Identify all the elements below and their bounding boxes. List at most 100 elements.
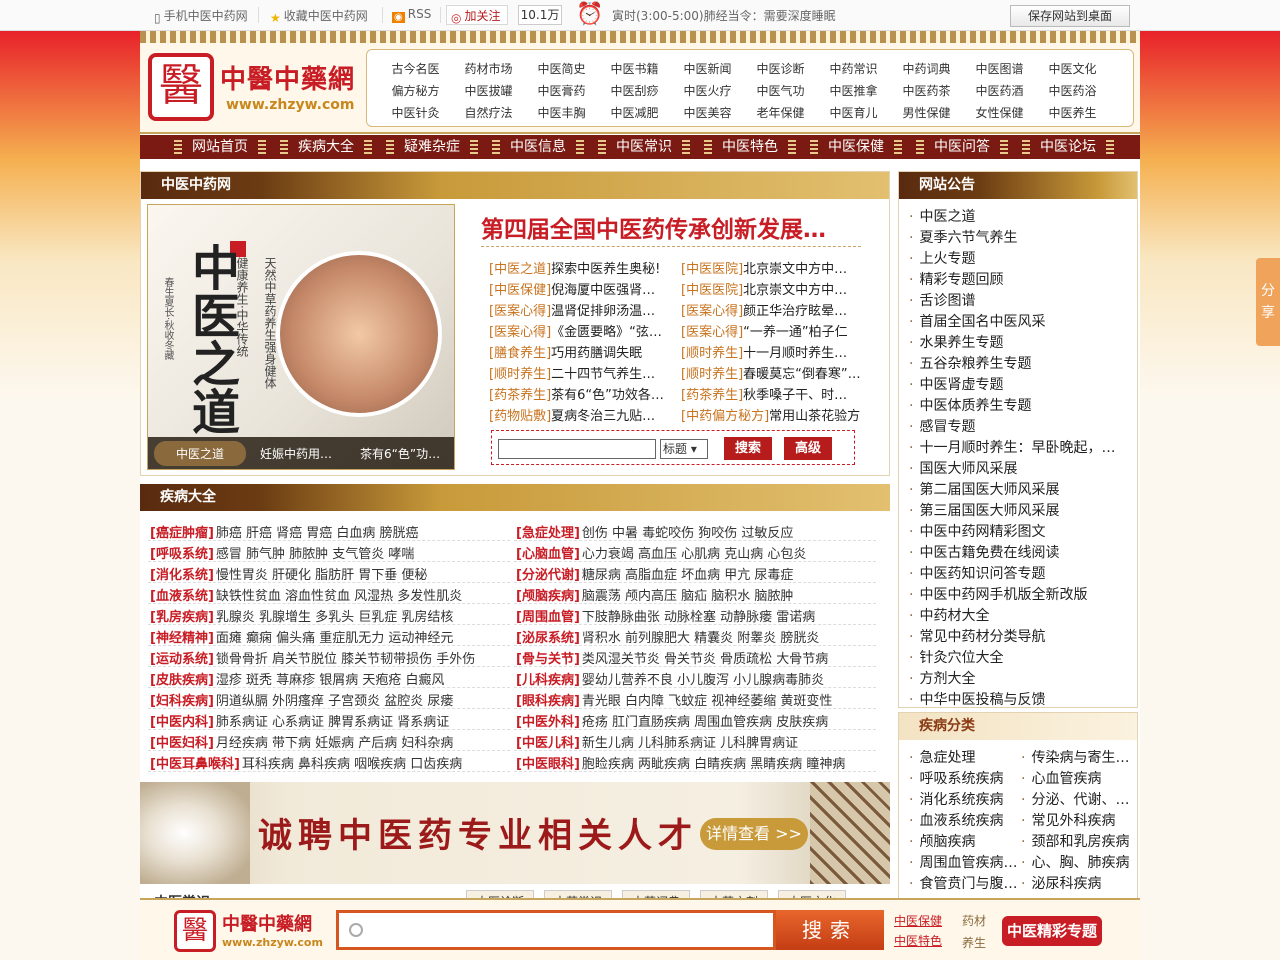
disease-category-link[interactable]: [颅脑疾病] <box>516 589 580 604</box>
disease-items[interactable]: 疮疡 肛门直肠疾病 周围血管疾病 皮肤疾病 <box>582 715 828 730</box>
category-link[interactable]: 中医丰胸 <box>525 104 598 121</box>
news-item[interactable]: [医案心得]“一养一通”柏子仁 <box>681 321 867 340</box>
disease-category-link[interactable]: [妇科疾病] <box>150 694 214 709</box>
disease-items[interactable]: 缺铁性贫血 溶血性贫血 风湿热 多发性肌炎 <box>216 589 462 604</box>
disease-category-link[interactable]: [中医妇科] <box>150 736 214 751</box>
notice-item[interactable]: 中医之道 <box>909 206 1131 226</box>
notice-item[interactable]: 中药材大全 <box>909 605 1131 625</box>
disease-items[interactable]: 阴道纵膈 外阴瘙痒 子宫颈炎 盆腔炎 尿瘘 <box>216 694 454 709</box>
news-category[interactable]: [药茶养生] <box>489 388 551 403</box>
disease-category-item[interactable]: 传染病与寄生… <box>1021 747 1129 767</box>
category-link[interactable]: 中医刮痧 <box>598 82 671 99</box>
category-link[interactable]: 中医美容 <box>671 104 744 121</box>
main-nav-item[interactable]: 中医常识 <box>598 137 690 157</box>
news-item[interactable]: [医案心得]《金匮要略》“弦… <box>489 321 675 340</box>
news-title[interactable]: 探索中医养生奥秘! <box>551 262 660 277</box>
search-button[interactable]: 搜索 <box>724 437 772 460</box>
category-link[interactable]: 男性保健 <box>890 104 963 121</box>
main-nav-item[interactable]: 疑难杂症 <box>386 137 478 157</box>
news-title[interactable]: 颜正华治疗眩晕… <box>743 304 847 319</box>
bottom-logo-name[interactable]: 中醫中藥網 <box>222 910 312 936</box>
notice-item[interactable]: 中医体质养生专题 <box>909 395 1131 415</box>
feature-tab[interactable]: 妊娠中药用… <box>260 445 332 462</box>
disease-items[interactable]: 胞睑疾病 两眦疾病 白睛疾病 黑睛疾病 瞳神病 <box>582 757 846 772</box>
news-item[interactable]: [顺时养生]春暖莫忘“倒春寒”… <box>681 363 867 382</box>
disease-category-link[interactable]: [癌症肿瘤] <box>150 526 214 541</box>
disease-category-link[interactable]: [骨与关节] <box>516 652 580 667</box>
disease-items[interactable]: 心力衰竭 高血压 心肌病 克山病 心包炎 <box>582 547 807 562</box>
disease-category-link[interactable]: [中医眼科] <box>516 757 580 772</box>
disease-items[interactable]: 耳科疾病 鼻科疾病 咽喉疾病 口齿疾病 <box>242 757 462 772</box>
news-item[interactable]: [膳食养生]巧用药膳调失眠 <box>489 342 675 361</box>
news-title[interactable]: 北京崇文中方中… <box>743 262 847 277</box>
disease-items[interactable]: 肺系病证 心系病证 脾胃系病证 肾系病证 <box>216 715 449 730</box>
rss-link[interactable]: ◉ RSS <box>392 7 431 23</box>
main-nav-item[interactable]: 中医论坛 <box>1022 137 1114 157</box>
main-nav-item[interactable]: 中医特色 <box>704 137 796 157</box>
bottom-search-button[interactable]: 搜索 <box>776 910 884 950</box>
disease-category-link[interactable]: [运动系统] <box>150 652 214 667</box>
notice-item[interactable]: 舌诊图谱 <box>909 290 1131 310</box>
news-category[interactable]: [药物贴敷] <box>489 409 551 424</box>
news-item[interactable]: [顺时养生]二十四节气养生… <box>489 363 675 382</box>
main-nav-item[interactable]: 中医问答 <box>916 137 1008 157</box>
feature-slideshow[interactable]: 中医之道 健康养生·中华传统 天然中草药养生强身健体 春生夏长·秋收冬藏 中医之… <box>147 204 455 470</box>
category-link[interactable]: 中医药茶 <box>890 82 963 99</box>
link-health[interactable]: 中医保健 <box>894 912 942 929</box>
category-link[interactable]: 中医诊断 <box>744 60 817 77</box>
notice-item[interactable]: 五谷杂粮养生专题 <box>909 353 1131 373</box>
disease-items[interactable]: 下肢静脉曲张 动脉栓塞 动静脉瘘 雷诺病 <box>582 610 815 625</box>
news-category[interactable]: [医案心得] <box>489 325 551 340</box>
share-button[interactable]: 分享 <box>1256 258 1280 346</box>
category-link[interactable]: 中医育儿 <box>817 104 890 121</box>
main-nav-item[interactable]: 疾病大全 <box>280 137 372 157</box>
category-link[interactable]: 中医药酒 <box>963 82 1036 99</box>
news-category[interactable]: [医案心得] <box>489 304 551 319</box>
category-link[interactable]: 中医拔罐 <box>452 82 525 99</box>
news-item[interactable]: [医案心得]颜正华治疗眩晕… <box>681 300 867 319</box>
save-to-desktop-button[interactable]: 保存网站到桌面 <box>1010 5 1130 27</box>
disease-items[interactable]: 感冒 肺气肿 肺脓肿 支气管炎 哮喘 <box>216 547 415 562</box>
search-input[interactable] <box>498 439 656 459</box>
category-link[interactable]: 中医简史 <box>525 60 598 77</box>
disease-category-link[interactable]: [周围血管] <box>516 610 580 625</box>
news-title[interactable]: 巧用药膳调失眠 <box>551 346 642 361</box>
mobile-link[interactable]: ▯ 手机中医中药网 <box>154 7 248 25</box>
disease-items[interactable]: 锁骨骨折 肩关节脱位 膝关节韧带损伤 手外伤 <box>216 652 475 667</box>
news-title[interactable]: “一养一通”柏子仁 <box>743 325 847 340</box>
notice-item[interactable]: 中医中药网手机版全新改版 <box>909 584 1131 604</box>
news-item[interactable]: [药茶养生]茶有6“色”功效各… <box>489 384 675 403</box>
category-link[interactable]: 自然疗法 <box>452 104 525 121</box>
disease-category-item[interactable]: 分泌、代谢、… <box>1021 789 1129 809</box>
category-link[interactable]: 偏方秘方 <box>379 82 452 99</box>
disease-category-item[interactable]: 食管贲门与腹… <box>909 873 1017 893</box>
notice-item[interactable]: 常见中药材分类导航 <box>909 626 1131 646</box>
disease-items[interactable]: 肾积水 前列腺肥大 精囊炎 附睾炎 膀胱炎 <box>582 631 820 646</box>
news-category[interactable]: [顺时养生] <box>489 367 551 382</box>
disease-category-link[interactable]: [儿科疾病] <box>516 673 580 688</box>
disease-category-link[interactable]: [眼科疾病] <box>516 694 580 709</box>
news-category[interactable]: [中医保健] <box>489 283 551 298</box>
category-link[interactable]: 中医药浴 <box>1036 82 1109 99</box>
news-item[interactable]: [中药偏方秘方]常用山茶花验方 <box>681 405 867 424</box>
news-category[interactable]: [医案心得] <box>681 325 743 340</box>
news-title[interactable]: 温肾促排卵汤温… <box>551 304 655 319</box>
news-item[interactable]: [中医保健]倪海厦中医强肾… <box>489 279 675 298</box>
category-link[interactable]: 中药常识 <box>817 60 890 77</box>
disease-category-item[interactable]: 心血管疾病 <box>1021 768 1129 788</box>
news-category[interactable]: [膳食养生] <box>489 346 551 361</box>
category-link[interactable]: 中医图谱 <box>963 60 1036 77</box>
disease-category-item[interactable]: 急症处理 <box>909 747 1017 767</box>
notice-item[interactable]: 感冒专题 <box>909 416 1131 436</box>
disease-category-link[interactable]: [血液系统] <box>150 589 214 604</box>
category-link[interactable]: 中医火疗 <box>671 82 744 99</box>
disease-category-link[interactable]: [乳房疾病] <box>150 610 214 625</box>
disease-category-link[interactable]: [中医内科] <box>150 715 214 730</box>
disease-items[interactable]: 创伤 中暑 毒蛇咬伤 狗咬伤 过敏反应 <box>582 526 794 541</box>
disease-category-link[interactable]: [急症处理] <box>516 526 580 541</box>
disease-items[interactable]: 乳腺炎 乳腺增生 多乳头 巨乳症 乳房结核 <box>216 610 454 625</box>
category-link[interactable]: 中医养生 <box>1036 104 1109 121</box>
news-item[interactable]: [药物贴敷]夏病冬治三九贴… <box>489 405 675 424</box>
link-wellness[interactable]: 养生 <box>962 934 986 951</box>
main-nav-item[interactable]: 中医信息 <box>492 137 584 157</box>
